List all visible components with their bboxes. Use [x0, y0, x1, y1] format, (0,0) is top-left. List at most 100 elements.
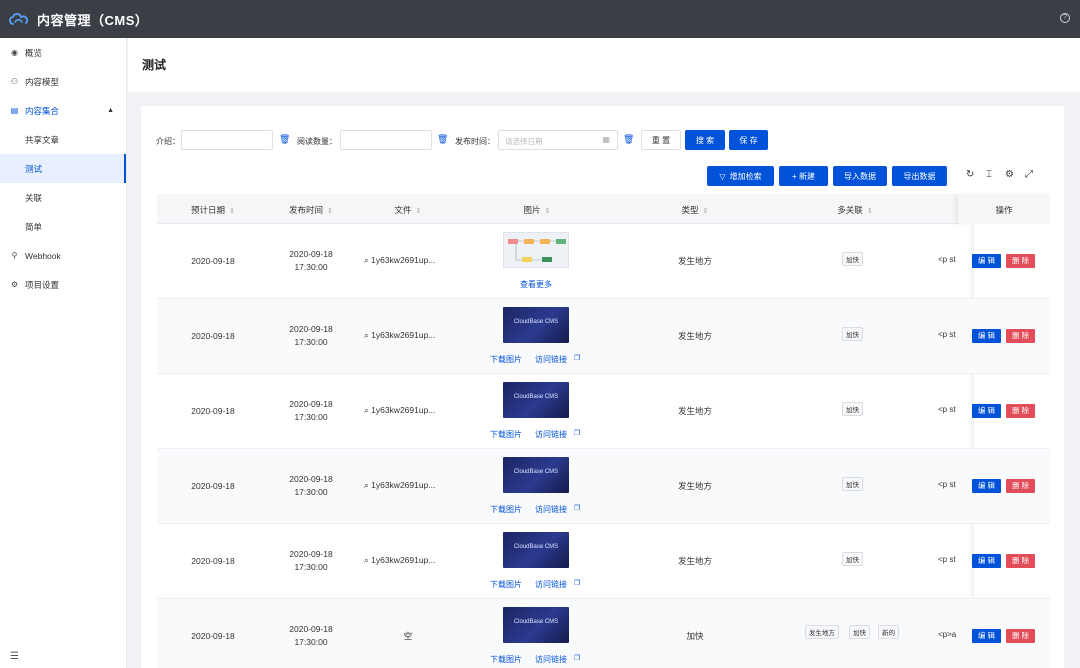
intro-input[interactable]: [181, 130, 273, 150]
table-header: 预计日期 ⇕ 发布时间 ⇕ 文件 ⇕ 图片 ⇕ 类型 ⇕ 多关联 ⇕: [157, 194, 1050, 224]
visit-link[interactable]: 访问链接: [535, 429, 567, 440]
sidebar-item-label: 简单: [25, 221, 43, 232]
settings-icon[interactable]: ⚙: [1005, 169, 1014, 180]
delete-button[interactable]: 删 除: [1006, 554, 1035, 568]
relation-tag: 发生地方: [805, 625, 839, 639]
trash-icon[interactable]: 🗑: [279, 134, 290, 145]
image-thumbnail[interactable]: CloudBase CMS: [503, 532, 569, 568]
image-thumbnail[interactable]: CloudBase CMS: [503, 607, 569, 643]
download-image-link[interactable]: 下载图片: [490, 354, 522, 365]
sort-icon: ⇕: [229, 208, 235, 215]
date-picker[interactable]: 请选择日期 ▦: [498, 130, 618, 150]
image-thumbnail[interactable]: [503, 232, 569, 268]
action-bar: ▽ 增加检索 + 新建 导入数据 导出数据: [141, 166, 1064, 186]
column-header[interactable]: 类型 ⇕: [682, 204, 709, 216]
column-header[interactable]: 预计日期 ⇕: [191, 204, 235, 216]
file-cell[interactable]: ⌕ 1y63kw2691up...: [364, 555, 435, 566]
download-image-link[interactable]: 下载图片: [490, 579, 522, 590]
sidebar-item-webhook[interactable]: ⚲ Webhook: [0, 241, 126, 270]
download-image-link[interactable]: 下载图片: [490, 654, 522, 665]
delete-button[interactable]: 删 除: [1006, 629, 1035, 643]
search-button[interactable]: 搜 索: [685, 130, 725, 150]
date-placeholder: 请选择日期: [505, 137, 543, 146]
column-header[interactable]: 文件 ⇕: [395, 204, 422, 216]
image-thumbnail[interactable]: CloudBase CMS: [503, 457, 569, 493]
visit-link[interactable]: 访问链接: [535, 504, 567, 515]
file-cell[interactable]: ⌕ 1y63kw2691up...: [364, 480, 435, 491]
filter-icon: ▽: [719, 171, 726, 181]
copy-icon[interactable]: ❐: [574, 504, 580, 512]
refresh-icon[interactable]: ↻: [966, 169, 974, 180]
add-filter-button[interactable]: ▽ 增加检索: [707, 166, 774, 186]
image-thumbnail[interactable]: CloudBase CMS: [503, 307, 569, 343]
column-header[interactable]: 发布时间 ⇕: [289, 204, 333, 216]
collapse-sidebar-icon[interactable]: ☰: [10, 651, 19, 662]
file-cell[interactable]: ⌕ 1y63kw2691up...: [364, 330, 435, 341]
sidebar-item-shared-articles[interactable]: 共享文章: [0, 125, 126, 154]
text-icon[interactable]: ⌶: [986, 169, 992, 180]
sort-icon: ⇕: [544, 208, 551, 215]
reset-button[interactable]: 重 置: [641, 130, 681, 150]
sidebar: ◉ 概览 ⚇ 内容模型 ▤ 内容集合 ▲ 共享文章 测试 关联 简单 ⚲ Web…: [0, 38, 127, 668]
visit-link[interactable]: 访问链接: [535, 579, 567, 590]
edit-button[interactable]: 编 辑: [972, 254, 1001, 268]
gear-icon: ⚙: [10, 280, 19, 289]
visit-link[interactable]: 访问链接: [535, 354, 567, 365]
sort-icon: ⇕: [866, 208, 873, 215]
sidebar-item-overview[interactable]: ◉ 概览: [0, 38, 126, 67]
delete-button[interactable]: 删 除: [1006, 254, 1035, 268]
save-button[interactable]: 保 存: [729, 130, 768, 150]
copy-icon[interactable]: ❐: [574, 654, 580, 662]
delete-button[interactable]: 删 除: [1006, 479, 1035, 493]
visit-link[interactable]: 访问链接: [535, 654, 567, 665]
sidebar-item-test[interactable]: 测试: [0, 154, 126, 183]
relation-tag: 加快: [849, 625, 870, 639]
chevron-up-icon: ▲: [107, 107, 114, 114]
edit-button[interactable]: 编 辑: [972, 479, 1001, 493]
fullscreen-icon[interactable]: ⤢: [1025, 169, 1033, 180]
import-button[interactable]: 导入数据: [833, 166, 887, 186]
relation-tag: 加快: [842, 327, 863, 341]
sidebar-item-label: 关联: [25, 192, 43, 203]
top-bar: 内容管理（CMS） ?: [0, 0, 1080, 38]
new-button[interactable]: + 新建: [779, 166, 828, 186]
sidebar-item-content-collection[interactable]: ▤ 内容集合 ▲: [0, 96, 126, 125]
help-icon[interactable]: ?: [1060, 13, 1070, 23]
relation-tag: 新的: [878, 625, 899, 639]
copy-icon[interactable]: ❐: [574, 354, 580, 362]
edit-button[interactable]: 编 辑: [972, 404, 1001, 418]
trash-icon[interactable]: 🗑: [437, 134, 448, 145]
delete-button[interactable]: 删 除: [1006, 404, 1035, 418]
view-more-link[interactable]: 查看更多: [520, 279, 552, 290]
sidebar-item-label: 内容集合: [25, 105, 60, 116]
column-header[interactable]: 图片 ⇕: [524, 204, 551, 216]
publish-label: 发布时间：: [455, 137, 495, 146]
copy-icon[interactable]: ❐: [574, 429, 580, 437]
file-cell[interactable]: ⌕ 1y63kw2691up...: [364, 405, 435, 416]
sidebar-item-relation[interactable]: 关联: [0, 183, 126, 212]
download-image-link[interactable]: 下载图片: [490, 504, 522, 515]
sidebar-item-project-settings[interactable]: ⚙ 项目设置: [0, 270, 126, 299]
file-cell[interactable]: ⌕ 1y63kw2691up...: [364, 255, 435, 266]
reads-input[interactable]: [340, 130, 432, 150]
export-button[interactable]: 导出数据: [892, 166, 947, 186]
sidebar-item-label: 内容模型: [25, 76, 60, 87]
eye-icon: ◉: [11, 48, 18, 57]
table-row: 2020-09-18 2020-09-18 17:30:00 ⌕ 1y63kw2…: [157, 524, 1050, 599]
webhook-icon: ⚲: [11, 251, 18, 260]
sort-icon: ⇕: [327, 208, 333, 215]
delete-button[interactable]: 删 除: [1006, 329, 1035, 343]
edit-button[interactable]: 编 辑: [972, 329, 1001, 343]
edit-button[interactable]: 编 辑: [972, 554, 1001, 568]
column-header[interactable]: 多关联 ⇕: [837, 204, 872, 216]
model-icon: ⚇: [10, 77, 19, 86]
page-title: 测试: [142, 58, 167, 72]
sidebar-item-content-model[interactable]: ⚇ 内容模型: [0, 67, 126, 96]
edit-button[interactable]: 编 辑: [972, 629, 1001, 643]
trash-icon[interactable]: 🗑: [623, 134, 634, 145]
copy-icon[interactable]: ❐: [574, 579, 580, 587]
sidebar-item-label: 概览: [25, 47, 43, 58]
sidebar-item-simple[interactable]: 简单: [0, 212, 126, 241]
image-thumbnail[interactable]: CloudBase CMS: [503, 382, 569, 418]
download-image-link[interactable]: 下载图片: [490, 429, 522, 440]
